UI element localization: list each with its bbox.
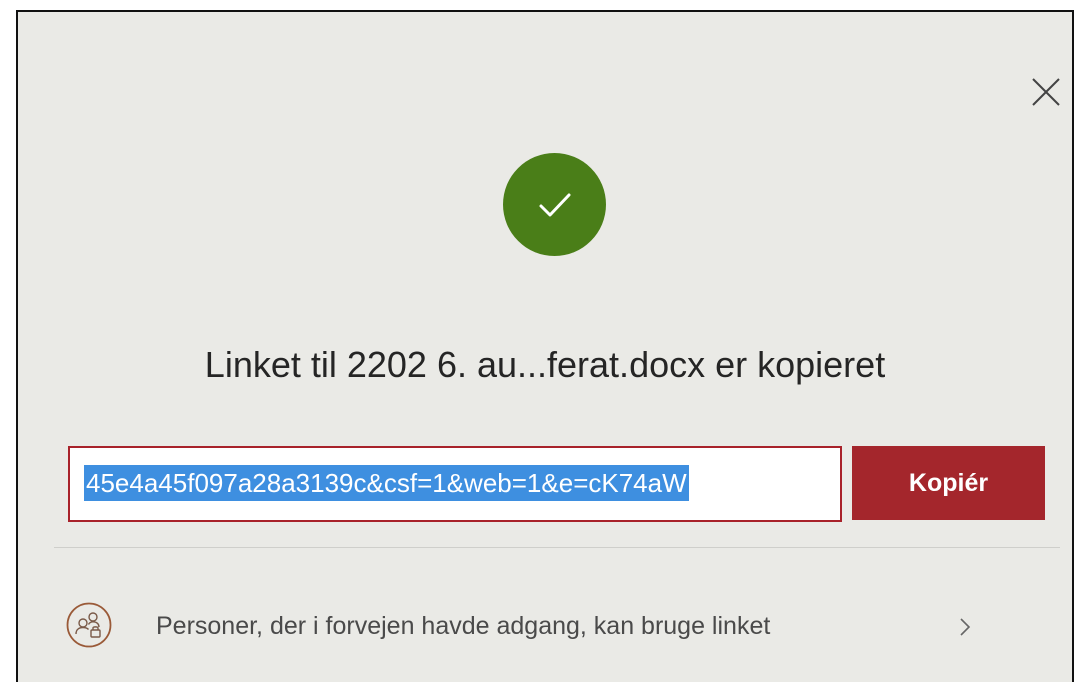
people-lock-icon xyxy=(66,602,112,648)
link-settings-label: Personer, der i forvejen havde adgang, k… xyxy=(156,612,771,640)
link-text-selected[interactable]: 45e4a45f097a28a3139c&csf=1&web=1&e=cK74a… xyxy=(84,465,689,501)
close-icon xyxy=(1032,78,1060,106)
chevron-right-icon xyxy=(960,618,971,636)
success-badge xyxy=(503,153,606,256)
copy-button[interactable]: Kopiér xyxy=(852,446,1045,520)
share-link-dialog: Linket til 2202 6. au...ferat.docx er ko… xyxy=(16,10,1074,682)
dialog-title: Linket til 2202 6. au...ferat.docx er ko… xyxy=(204,344,886,385)
link-settings-button[interactable]: Personer, der i forvejen havde adgang, k… xyxy=(66,602,1006,654)
close-button[interactable] xyxy=(1028,74,1064,110)
link-field[interactable]: 45e4a45f097a28a3139c&csf=1&web=1&e=cK74a… xyxy=(68,446,842,522)
divider xyxy=(54,547,1060,548)
checkmark-icon xyxy=(539,193,571,217)
